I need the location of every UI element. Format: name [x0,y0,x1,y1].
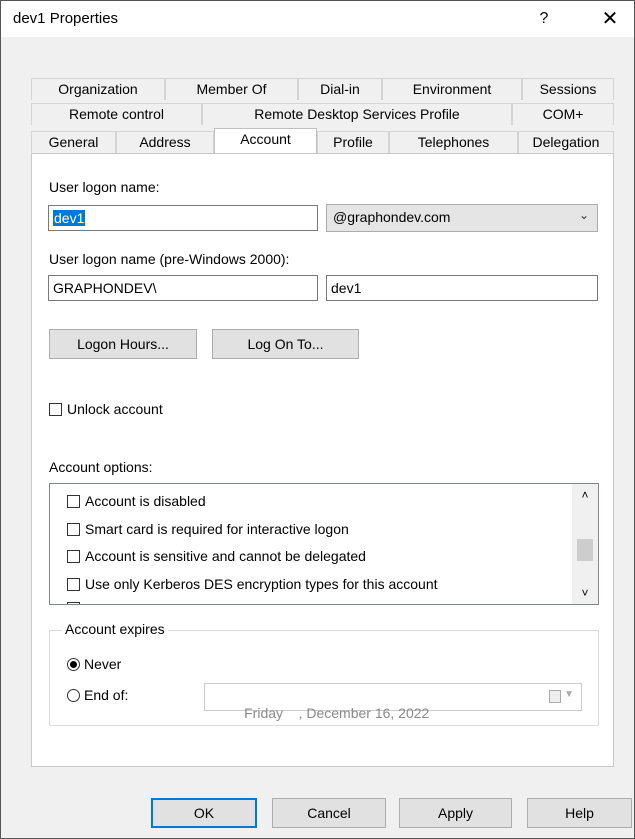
unlock-checkbox-box[interactable] [49,403,62,416]
tab-telephones[interactable]: Telephones [389,131,518,153]
option-label: Use only Kerberos DES encryption types f… [85,576,438,592]
account-tab-page: User logon name: dev1 @graphondev.com ⌄ … [31,153,614,767]
option-checkbox[interactable] [67,578,80,591]
pre2000-label: User logon name (pre-Windows 2000): [49,251,290,267]
unlock-account-checkbox[interactable]: Unlock account [49,401,163,417]
logon-hours-button[interactable]: Logon Hours... [49,329,197,359]
option-checkbox[interactable] [67,523,80,536]
help-icon[interactable]: ? [533,8,555,30]
tab-rds-profile[interactable]: Remote Desktop Services Profile [202,103,512,125]
list-item[interactable]: Account is sensitive and cannot be deleg… [67,548,366,564]
expires-end-of-radio[interactable]: End of: [67,687,128,703]
tab-remote-control[interactable]: Remote control [31,103,202,125]
options-scrollbar[interactable]: ˄ ˅ [572,484,598,604]
option-label: Account is sensitive and cannot be deleg… [85,548,366,564]
tab-account[interactable]: Account [214,128,317,153]
close-icon[interactable]: ✕ [597,7,623,31]
list-item[interactable]: Use only Kerberos DES encryption types f… [67,576,438,592]
end-of-label: End of: [84,687,129,703]
radio-unselected-icon[interactable] [67,689,80,702]
properties-dialog: dev1 Properties ? ✕ Organization Member … [0,0,635,839]
option-label: Account is disabled [85,493,206,509]
tab-member-of[interactable]: Member Of [165,78,298,100]
help-button[interactable]: Help [527,798,632,828]
tab-profile[interactable]: Profile [317,131,389,153]
pre2000-user-value: dev1 [331,280,362,296]
account-expires-title: Account expires [62,621,168,637]
expiry-date-value: Friday , December 16, 2022 [244,705,430,721]
tab-environment[interactable]: Environment [382,78,522,100]
never-label: Never [84,656,122,672]
calendar-icon[interactable] [549,690,561,703]
scrollbar-thumb[interactable] [577,539,593,561]
list-item[interactable]: Account is disabled [67,493,206,509]
tab-address[interactable]: Address [116,131,214,153]
apply-button[interactable]: Apply [399,798,512,828]
option-checkbox[interactable] [67,495,80,508]
logon-name-label: User logon name: [49,179,160,195]
option-label: Smart card is required for interactive l… [85,521,349,537]
tab-delegation[interactable]: Delegation [518,131,614,153]
tab-organization[interactable]: Organization [31,78,165,100]
pre2000-domain-field: GRAPHONDEV\ [48,275,318,301]
list-item[interactable]: Smart card is required for interactive l… [67,521,349,537]
account-expires-group: Account expires Never End of: Friday , D… [49,621,599,726]
option-checkbox [67,602,80,604]
scroll-down-icon[interactable]: ˅ [572,586,598,600]
radio-selected-icon[interactable] [67,658,80,671]
ok-button[interactable]: OK [151,798,257,828]
title-bar: dev1 Properties ? ✕ [1,1,634,37]
upn-suffix-select[interactable]: @graphondev.com ⌄ [326,204,598,232]
expires-never-radio[interactable]: Never [67,656,121,672]
list-item-partial [67,600,85,604]
tab-general[interactable]: General [31,131,116,153]
dropdown-arrow-icon[interactable]: ▼ [564,689,574,700]
option-checkbox[interactable] [67,550,80,563]
pre2000-domain-value: GRAPHONDEV\ [53,280,157,296]
tab-com-plus[interactable]: COM+ [512,103,614,125]
expiry-date-picker[interactable]: Friday , December 16, 2022 ▼ [204,683,582,721]
tab-sessions[interactable]: Sessions [522,78,614,100]
cancel-button[interactable]: Cancel [272,798,386,828]
window-title: dev1 Properties [13,10,119,27]
account-options-label: Account options: [49,459,153,475]
unlock-account-label: Unlock account [67,401,163,417]
account-options-list[interactable]: Account is disabled Smart card is requir… [49,483,599,605]
upn-suffix-value: @graphondev.com [333,209,451,225]
tab-dial-in[interactable]: Dial-in [298,78,382,100]
log-on-to-button[interactable]: Log On To... [212,329,359,359]
logon-name-value: dev1 [53,210,86,226]
logon-name-input[interactable]: dev1 [48,205,318,231]
scroll-up-icon[interactable]: ˄ [572,488,598,502]
pre2000-user-input[interactable]: dev1 [326,275,598,301]
chevron-down-icon: ⌄ [578,208,589,222]
